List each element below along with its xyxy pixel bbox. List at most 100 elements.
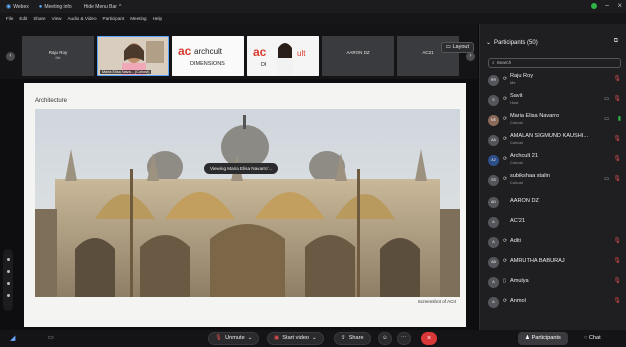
participant-row[interactable]: RR ⟳ Raju Roy Me 🎙 [480,72,626,90]
avatar: A [488,277,499,288]
layout-label: Layout [452,44,469,50]
share-icon: ⇪ [341,335,346,341]
shared-slide: Architecture Screenshot of ACII [24,83,466,327]
share-button[interactable]: ⇪ Share [334,332,371,345]
svg-text:ac: ac [253,45,267,59]
avatar: A [488,237,499,248]
panel-header[interactable]: ⌄ Participants (50) [486,39,538,47]
menu-edit[interactable]: Edit [19,16,27,21]
video-tile-raju[interactable]: Raju Roy Me [22,36,94,76]
shared-content-area: Architecture Screenshot of ACII Viewing … [0,79,478,330]
unmute-label: Unmute [225,335,245,341]
archcult-logo-person: ac ult DI [247,36,319,76]
menu-file[interactable]: File [6,16,13,21]
participant-row[interactable]: A2 ⟳ Archcult 21 Cohost 🎙 [480,152,626,170]
video-tile-aaron[interactable]: AARON DZ [322,36,394,76]
participants-title: Participants (50) [494,39,538,46]
video-tile-archcult[interactable]: ac archcult DIMENSIONS [172,36,244,76]
close-icon[interactable]: × [617,2,622,10]
strip-prev-button[interactable]: ‹ [6,52,15,61]
menu-audio-video[interactable]: Audio & Video [67,16,96,21]
viewing-indicator: Viewing Maria Elisa Navarro'... [204,163,279,174]
sharing-icon: ⟳ [503,298,508,304]
captions-icon[interactable]: ▭ [48,334,54,341]
sharing-icon: ⟳ [503,238,508,244]
unmute-button[interactable]: 🎙 Unmute ⌄ [208,332,260,345]
chevron-down-icon: ⌄ [312,335,317,341]
basilica-photo [35,109,460,297]
reactions-button[interactable]: ☺ [378,332,392,345]
participant-name: AARON DZ [510,198,539,204]
strip-next-button[interactable]: › [466,52,475,61]
webex-icon: ◉ [6,4,12,10]
meeting-info-button[interactable]: ● Meeting info [39,4,72,10]
search-placeholder: Search [496,60,512,65]
participants-toggle-button[interactable]: ♟ Participants [518,332,568,345]
menu-share[interactable]: Share [33,16,45,21]
participant-name: Archcult 21 [510,153,538,159]
phone-icon: ▯ [503,278,506,284]
menu-participant[interactable]: Participant [103,16,125,21]
avatar: SS [488,175,499,186]
person-icon: ♟ [525,335,531,341]
muted-mic-icon: 🎙 [613,176,621,182]
hide-menu-bar-button[interactable]: Hide Menu Bar ^ [84,4,122,10]
video-tile-maria[interactable]: Maria Elisa Nava... (Cohost) [97,36,169,76]
sharing-icon: ⟳ [503,176,508,182]
avatar: S [488,95,499,106]
tool-dot-3[interactable] [6,282,10,285]
participant-name: subikshaa stalin [510,173,550,179]
participant-name: AMRUTHA BABURAJ [510,258,565,264]
participant-row[interactable]: AD AARON DZ [480,194,626,212]
participant-row[interactable]: A ⟳ Aditi 🎙 [480,234,626,252]
menu-meeting[interactable]: Meeting [130,16,146,21]
participant-row[interactable]: AB ⟳ AMRUTHA BABURAJ 🎙 [480,254,626,272]
sharing-icon: ⟳ [503,76,508,82]
layout-button[interactable]: ▭ Layout [440,42,474,53]
layout-icon: ▭ [445,44,451,50]
participant-row[interactable]: AA ⟳ AMALAN SIGMUND KAUSHI... Cohost 🎙 [480,132,626,150]
participant-search-input[interactable]: ⌕ Search [488,58,621,68]
more-options-button[interactable]: ⋯ [397,332,411,345]
menu-bar: File Edit Share View Audio & Video Parti… [0,13,626,24]
avatar: A2 [488,155,499,166]
annotation-toolbar[interactable] [3,249,13,311]
avatar: AB [488,257,499,268]
tool-dot-2[interactable] [6,270,10,273]
participant-row[interactable]: ME ⟳ Maria Elisa Navarro Cohost ▭ ▮ [480,112,626,130]
start-video-button[interactable]: ▣ Start video ⌄ [267,332,324,345]
participant-row[interactable]: A AC'21 [480,214,626,232]
participants-label: Participants [531,335,561,341]
leave-meeting-button[interactable]: × [421,332,437,345]
tool-dot-4[interactable] [6,294,10,297]
minimize-icon[interactable]: − [605,2,610,10]
popout-icon[interactable]: ⧉ [614,38,618,45]
video-strip: ‹ Raju Roy Me Maria Elisa Nava... (Cohos… [0,24,478,79]
video-tile-ac-archcult[interactable]: ac ult DI [247,36,319,76]
participant-role: Me [510,80,516,85]
participant-row[interactable]: A ⟳ Anmol 🎙 [480,294,626,312]
participant-name: AMALAN SIGMUND KAUSHI... [510,133,589,139]
menu-help[interactable]: Help [153,16,162,21]
muted-mic-icon: 🎙 [613,258,621,264]
participant-role: Cohost [510,120,523,125]
mic-muted-icon: 🎙 [215,335,223,341]
muted-mic-icon: 🎙 [613,156,621,162]
participant-name: Savit [510,93,523,99]
tile-label: Maria Elisa Nava... (Cohost) [100,70,152,74]
chat-label: Chat [588,335,601,341]
participant-row[interactable]: SS ⟳ subikshaa stalin Cohost ▭ 🎙 [480,172,626,190]
avatar: ME [488,115,499,126]
sharing-icon: ⟳ [503,258,508,264]
tool-dot-1[interactable] [6,258,10,261]
app-name: Webex [13,3,29,10]
menu-view[interactable]: View [52,16,62,21]
sharing-icon: ⟳ [503,116,508,122]
status-indicator [590,3,597,9]
participant-row[interactable]: A ▯ Amulya 🎙 [480,274,626,292]
participant-row[interactable]: S ⟳ Savit Host ▭ 🎙 [480,92,626,110]
close-icon: × [426,335,432,342]
chat-button[interactable]: ◌ Chat [584,332,601,345]
tile-name: AARON DZ [346,50,370,55]
muted-mic-icon: 🎙 [613,96,621,102]
